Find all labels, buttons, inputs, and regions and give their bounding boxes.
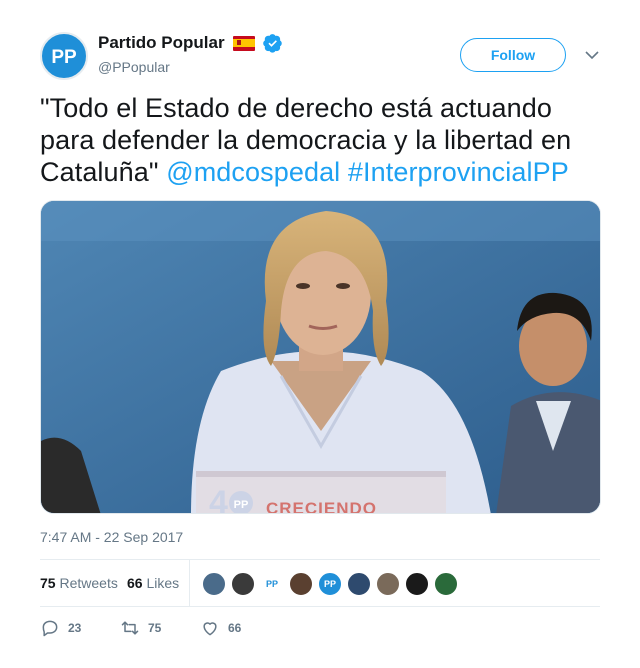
liker-avatar-2[interactable]	[231, 572, 255, 596]
likes-stat[interactable]: 66 Likes	[127, 575, 179, 591]
podium-logo-mark: PP	[234, 499, 249, 511]
liker-avatar-1[interactable]	[202, 572, 226, 596]
likes-count: 66	[127, 575, 143, 591]
speaker-photo: 4 PP CRECIENDO	[41, 201, 600, 514]
tweet-card: PP Partido Popular @PPopular Follow "Tod…	[0, 0, 640, 668]
heart-icon	[203, 622, 217, 636]
liker-avatar-3[interactable]: PP	[260, 572, 284, 596]
liker-avatar-9[interactable]	[434, 572, 458, 596]
tweet-timestamp[interactable]: 7:47 AM - 22 Sep 2017	[40, 529, 183, 545]
reply-button[interactable]: 23	[40, 616, 81, 640]
chevron-down-icon[interactable]	[584, 48, 600, 62]
account-name-row: Partido Popular	[98, 32, 283, 54]
mention-link[interactable]: @mdcospedal	[166, 157, 340, 187]
pp-liker-mark: PP	[323, 579, 336, 589]
podium-text: CRECIENDO	[266, 499, 377, 514]
reply-count: 23	[68, 621, 82, 635]
tweet-media-image[interactable]: 4 PP CRECIENDO	[40, 200, 601, 514]
reply-icon	[42, 620, 58, 637]
avatar-text: PP	[51, 47, 77, 68]
retweets-stat[interactable]: 75 Retweets	[40, 575, 118, 591]
verified-badge-icon	[262, 34, 282, 53]
liker-avatar-5[interactable]: PP	[318, 572, 342, 596]
tweet-text: "Todo el Estado de derecho está actuando…	[40, 92, 610, 188]
account-handle[interactable]: @PPopular	[98, 59, 170, 75]
retweet-count: 75	[148, 621, 162, 635]
likes-label: Likes	[146, 575, 180, 591]
liker-avatar-4[interactable]	[289, 572, 313, 596]
account-avatar[interactable]: PP	[40, 32, 88, 80]
engagement-stats: 75 Retweets 66 Likes PP PP	[40, 559, 600, 607]
stats-divider	[189, 560, 190, 606]
spain-flag-icon	[232, 35, 255, 51]
podium-logo: 4	[209, 484, 228, 514]
retweets-label: Retweets	[59, 575, 118, 591]
liker-avatar-7[interactable]	[376, 572, 400, 596]
retweets-count: 75	[40, 575, 56, 591]
pp-logo-icon: PP	[45, 37, 83, 75]
liker-avatar-6[interactable]	[347, 572, 371, 596]
hashtag-link[interactable]: #InterprovincialPP	[348, 157, 569, 187]
like-count: 66	[228, 621, 242, 635]
retweet-icon	[121, 621, 139, 635]
retweet-button[interactable]: 75	[120, 616, 161, 640]
liker-avatar-8[interactable]	[405, 572, 429, 596]
like-button[interactable]: 66	[200, 616, 241, 640]
display-name[interactable]: Partido Popular	[98, 33, 225, 53]
tweet-actions: 23 75 66	[40, 616, 600, 640]
follow-button[interactable]: Follow	[460, 38, 566, 72]
pp-liker-mark: PP	[265, 579, 278, 589]
